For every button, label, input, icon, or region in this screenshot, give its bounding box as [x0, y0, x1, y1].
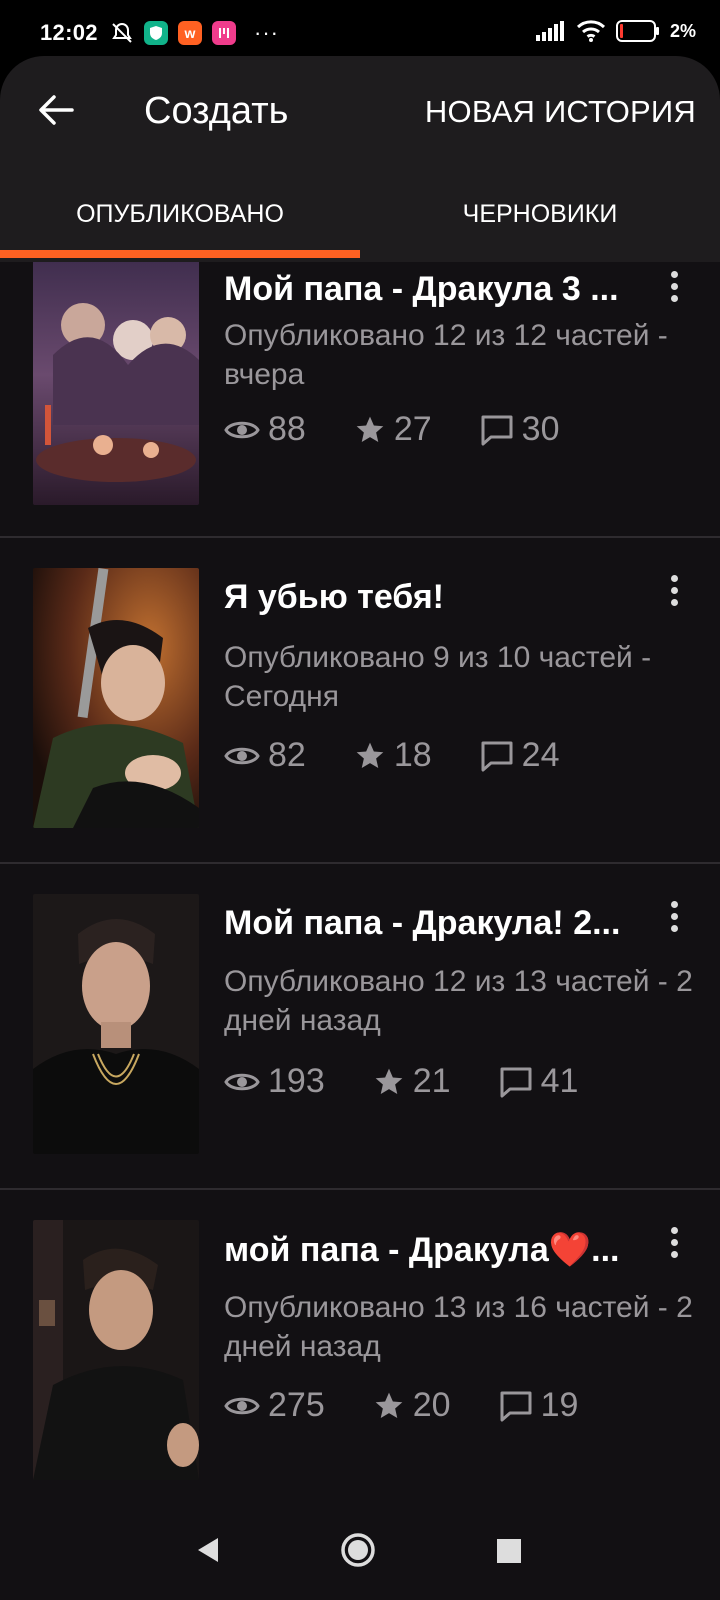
tab-published[interactable]: ОПУБЛИКОВАНО	[0, 166, 360, 262]
comment-icon	[481, 415, 513, 445]
story-list[interactable]: Мой папа - Дракула 3 ... Опубликовано 12…	[0, 262, 720, 1502]
wifi-icon	[576, 20, 606, 42]
tab-drafts[interactable]: ЧЕРНОВИКИ	[360, 166, 720, 262]
comments-stat: 30	[480, 410, 560, 449]
nav-recents-icon	[497, 1539, 521, 1563]
more-vertical-icon	[670, 270, 678, 278]
comments-count: 41	[540, 1062, 579, 1100]
star-icon	[375, 1068, 403, 1094]
pink-app-icon	[212, 21, 236, 45]
views-stat: 82	[224, 736, 306, 775]
comment-icon	[500, 1391, 532, 1421]
comments-count: 24	[521, 736, 560, 774]
story-title[interactable]: мой папа - Дракула❤️...	[224, 1230, 644, 1270]
story-title[interactable]: Я убью тебя!	[224, 578, 644, 617]
story-more-button[interactable]	[660, 892, 688, 940]
story-title[interactable]: Мой папа - Дракула! 2...	[224, 904, 644, 943]
more-vertical-icon	[670, 900, 678, 908]
eye-icon	[224, 1073, 260, 1090]
shield-app-icon	[144, 21, 168, 45]
comment-icon	[481, 741, 513, 771]
star-icon	[356, 742, 384, 768]
views-count: 275	[268, 1386, 325, 1424]
story-more-button[interactable]	[660, 566, 688, 614]
views-stat: 193	[224, 1062, 325, 1101]
votes-count: 20	[412, 1386, 451, 1424]
comments-stat: 41	[499, 1062, 579, 1101]
story-item[interactable]: Мой папа - Дракула! 2... Опубликовано 12…	[0, 864, 720, 1190]
votes-count: 21	[412, 1062, 451, 1100]
story-stats: 82 18 24	[224, 736, 607, 775]
star-icon	[356, 416, 384, 442]
comments-stat: 19	[499, 1386, 579, 1425]
more-vertical-icon	[670, 1226, 678, 1234]
signal-icon	[535, 21, 564, 41]
views-stat: 88	[224, 410, 306, 449]
story-more-button[interactable]	[660, 1218, 688, 1266]
story-stats: 193 21 41	[224, 1062, 626, 1101]
nav-back-button[interactable]	[194, 1534, 222, 1571]
status-system-icons: 2%	[535, 20, 696, 42]
votes-stat: 27	[354, 410, 432, 449]
story-stats: 275 20 19	[224, 1386, 626, 1425]
votes-count: 18	[393, 736, 432, 774]
views-count: 88	[268, 410, 306, 448]
nav-back-icon	[198, 1538, 218, 1562]
eye-icon	[224, 421, 260, 438]
more-vertical-icon	[670, 574, 678, 582]
story-publish-info: Опубликовано 9 из 10 частей - Сегодня	[224, 641, 652, 713]
wattpad-app-icon: w	[178, 21, 202, 45]
comments-count: 19	[540, 1386, 579, 1424]
story-item[interactable]: Мой папа - Дракула 3 ... Опубликовано 12…	[0, 262, 720, 538]
battery-percent: 2%	[669, 20, 696, 41]
views-stat: 275	[224, 1386, 325, 1425]
back-button[interactable]	[36, 90, 76, 130]
status-time: 12:02	[40, 20, 98, 45]
battery-icon	[615, 20, 659, 42]
eye-icon	[224, 1397, 260, 1414]
eye-icon	[224, 747, 260, 764]
status-notification-icons: w ···	[110, 20, 279, 46]
back-arrow-icon	[39, 95, 74, 125]
comment-icon	[500, 1067, 532, 1097]
nav-home-button[interactable]	[340, 1532, 376, 1573]
story-publish-info: Опубликовано 13 из 16 частей - 2 дней на…	[224, 1291, 693, 1363]
story-item[interactable]: мой папа - Дракула❤️... Опубликовано 13 …	[0, 1190, 720, 1502]
nav-home-icon	[341, 1533, 375, 1567]
story-cover-image[interactable]	[33, 1220, 199, 1480]
story-cover-image[interactable]	[33, 568, 199, 828]
views-count: 82	[268, 736, 306, 774]
page-title: Создать	[144, 90, 289, 132]
app-bar: Создать НОВАЯ ИСТОРИЯ	[0, 56, 720, 166]
story-item[interactable]: Я убью тебя! Опубликовано 9 из 10 частей…	[0, 538, 720, 864]
nav-recents-button[interactable]	[496, 1538, 522, 1569]
story-title[interactable]: Мой папа - Дракула 3 ...	[224, 270, 644, 309]
story-publish-info: Опубликовано 12 из 12 частей - вчера	[224, 319, 668, 391]
views-count: 193	[268, 1062, 325, 1100]
star-icon	[375, 1392, 403, 1418]
more-notifications-icon: ···	[254, 20, 279, 45]
system-nav-bar	[0, 1502, 720, 1600]
story-publish-info: Опубликовано 12 из 13 частей - 2 дней на…	[224, 965, 693, 1037]
story-cover-image[interactable]	[33, 262, 199, 505]
comments-count: 30	[521, 410, 560, 448]
story-cover-image[interactable]	[33, 894, 199, 1154]
bell-off-icon	[112, 22, 132, 43]
tab-bar: ОПУБЛИКОВАНО ЧЕРНОВИКИ	[0, 166, 720, 262]
votes-count: 27	[393, 410, 432, 448]
story-more-button[interactable]	[660, 262, 688, 310]
story-stats: 88 27 30	[224, 410, 607, 449]
votes-stat: 20	[373, 1386, 451, 1425]
votes-stat: 18	[354, 736, 432, 775]
comments-stat: 24	[480, 736, 560, 775]
new-story-button[interactable]: НОВАЯ ИСТОРИЯ	[425, 94, 696, 130]
votes-stat: 21	[373, 1062, 451, 1101]
